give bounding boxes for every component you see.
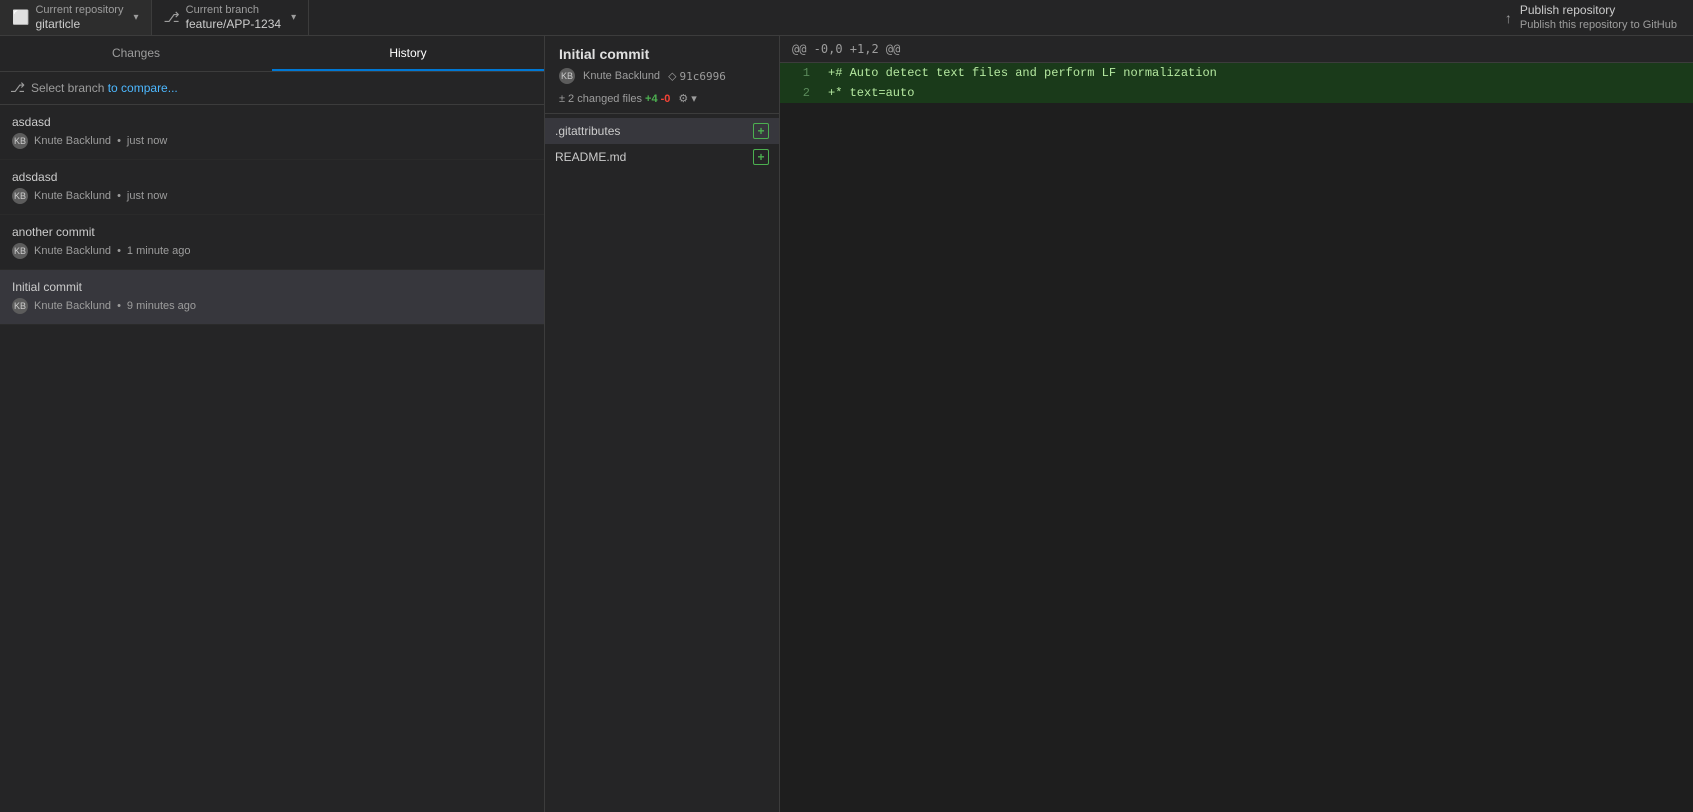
- commit-time-2: just now: [127, 190, 167, 202]
- main-content: Changes History ⎇ Select branch to compa…: [0, 36, 1693, 812]
- tab-changes[interactable]: Changes: [0, 36, 272, 71]
- commit-detail-avatar: KB: [559, 68, 575, 84]
- file-name-readme: README.md: [555, 150, 626, 164]
- deletions-badge: -0: [661, 93, 671, 105]
- commit-hash-wrapper: ⬦ 91c6996: [668, 69, 726, 84]
- commit-title-1: asdasd: [12, 115, 532, 129]
- branch-compare-text-start: Select branch: [31, 81, 108, 95]
- publish-icon: ↑: [1505, 10, 1512, 26]
- diff-line-content-2: +* text=auto: [820, 86, 914, 100]
- commit-meta-3: KB Knute Backlund • 1 minute ago: [12, 243, 532, 259]
- commit-title-4: Initial commit: [12, 280, 532, 294]
- repo-selector[interactable]: ⬜ Current repository gitarticle ▾: [0, 0, 152, 35]
- avatar-3: KB: [12, 243, 28, 259]
- commit-list: asdasd KB Knute Backlund • just now adsd…: [0, 105, 544, 812]
- changed-files-count: 2 changed files: [568, 93, 642, 105]
- history-tab-label: History: [389, 46, 426, 60]
- commit-item-2[interactable]: adsdasd KB Knute Backlund • just now: [0, 160, 544, 215]
- branch-name: feature/APP-1234: [186, 17, 281, 33]
- middle-panel: Initial commit KB Knute Backlund ⬦ 91c69…: [545, 36, 780, 812]
- repo-icon: ⬜: [12, 9, 29, 26]
- branch-icon: ⎇: [164, 9, 180, 26]
- commit-detail-author: Knute Backlund: [583, 70, 660, 82]
- file-item-readme[interactable]: README.md +: [545, 144, 779, 170]
- commit-detail-header: Initial commit KB Knute Backlund ⬦ 91c69…: [545, 36, 779, 114]
- file-item-gitattributes[interactable]: .gitattributes +: [545, 118, 779, 144]
- branch-compare-text-highlight: to compare...: [108, 81, 178, 95]
- branch-compare-icon: ⎇: [10, 80, 25, 96]
- top-bar: ⬜ Current repository gitarticle ▾ ⎇ Curr…: [0, 0, 1693, 36]
- settings-button[interactable]: ⚙ ▾: [678, 92, 696, 105]
- commit-detail-meta: KB Knute Backlund ⬦ 91c6996 ± 2 changed …: [559, 68, 765, 105]
- file-added-icon-readme: +: [753, 149, 769, 165]
- diff-line-2: 2 +* text=auto: [780, 83, 1693, 103]
- commit-hash: 91c6996: [679, 70, 725, 83]
- avatar-2: KB: [12, 188, 28, 204]
- commit-item-1[interactable]: asdasd KB Knute Backlund • just now: [0, 105, 544, 160]
- right-panel: @@ -0,0 +1,2 @@ 1 +# Auto detect text fi…: [780, 36, 1693, 812]
- tab-history[interactable]: History: [272, 36, 544, 71]
- diff-content: 1 +# Auto detect text files and perform …: [780, 63, 1693, 812]
- avatar-1: KB: [12, 133, 28, 149]
- diff-line-content-1: +# Auto detect text files and perform LF…: [820, 66, 1217, 80]
- branch-chevron-icon: ▾: [291, 12, 296, 23]
- commit-dot-4: •: [117, 300, 121, 312]
- publish-title: Publish repository: [1520, 3, 1677, 19]
- file-added-icon-gitattributes: +: [753, 123, 769, 139]
- diff-hunk-header: @@ -0,0 +1,2 @@: [792, 42, 900, 56]
- publish-button[interactable]: ↑ Publish repository Publish this reposi…: [1489, 0, 1693, 35]
- commit-item-3[interactable]: another commit KB Knute Backlund • 1 min…: [0, 215, 544, 270]
- diff-line-1: 1 +# Auto detect text files and perform …: [780, 63, 1693, 83]
- commit-author-2: Knute Backlund: [34, 190, 111, 202]
- repo-name: gitarticle: [35, 17, 123, 33]
- commit-time-4: 9 minutes ago: [127, 300, 196, 312]
- branch-label: Current branch: [186, 3, 281, 17]
- commit-time-1: just now: [127, 135, 167, 147]
- branch-selector[interactable]: ⎇ Current branch feature/APP-1234 ▾: [152, 0, 310, 35]
- branch-compare-text: Select branch to compare...: [31, 81, 178, 95]
- commit-time-3: 1 minute ago: [127, 245, 191, 257]
- commit-title-3: another commit: [12, 225, 532, 239]
- commit-meta-2: KB Knute Backlund • just now: [12, 188, 532, 204]
- additions-badge: +4: [645, 93, 658, 105]
- commit-dot-3: •: [117, 245, 121, 257]
- publish-subtitle: Publish this repository to GitHub: [1520, 18, 1677, 32]
- diff-header: @@ -0,0 +1,2 @@: [780, 36, 1693, 63]
- commit-title-2: adsdasd: [12, 170, 532, 184]
- changed-files-wrapper: ± 2 changed files +4 -0: [559, 93, 670, 105]
- avatar-4: KB: [12, 298, 28, 314]
- diff-line-number-1: 1: [780, 66, 820, 80]
- repo-label: Current repository: [35, 3, 123, 17]
- commit-author-3: Knute Backlund: [34, 245, 111, 257]
- commit-item-4[interactable]: Initial commit KB Knute Backlund • 9 min…: [0, 270, 544, 325]
- file-list: .gitattributes + README.md +: [545, 114, 779, 812]
- left-panel: Changes History ⎇ Select branch to compa…: [0, 36, 545, 812]
- repo-chevron-icon: ▾: [133, 12, 138, 23]
- commit-detail-title: Initial commit: [559, 46, 765, 62]
- file-name-gitattributes: .gitattributes: [555, 124, 620, 138]
- changes-tab-label: Changes: [112, 46, 160, 60]
- select-branch-bar[interactable]: ⎇ Select branch to compare...: [0, 72, 544, 105]
- commit-dot-2: •: [117, 190, 121, 202]
- diff-line-number-2: 2: [780, 86, 820, 100]
- commit-author-4: Knute Backlund: [34, 300, 111, 312]
- tabs: Changes History: [0, 36, 544, 72]
- changed-files-plus-icon: ±: [559, 93, 565, 105]
- commit-author-1: Knute Backlund: [34, 135, 111, 147]
- commit-meta-1: KB Knute Backlund • just now: [12, 133, 532, 149]
- commit-meta-4: KB Knute Backlund • 9 minutes ago: [12, 298, 532, 314]
- commit-hash-icon: ⬦: [668, 69, 676, 84]
- commit-dot-1: •: [117, 135, 121, 147]
